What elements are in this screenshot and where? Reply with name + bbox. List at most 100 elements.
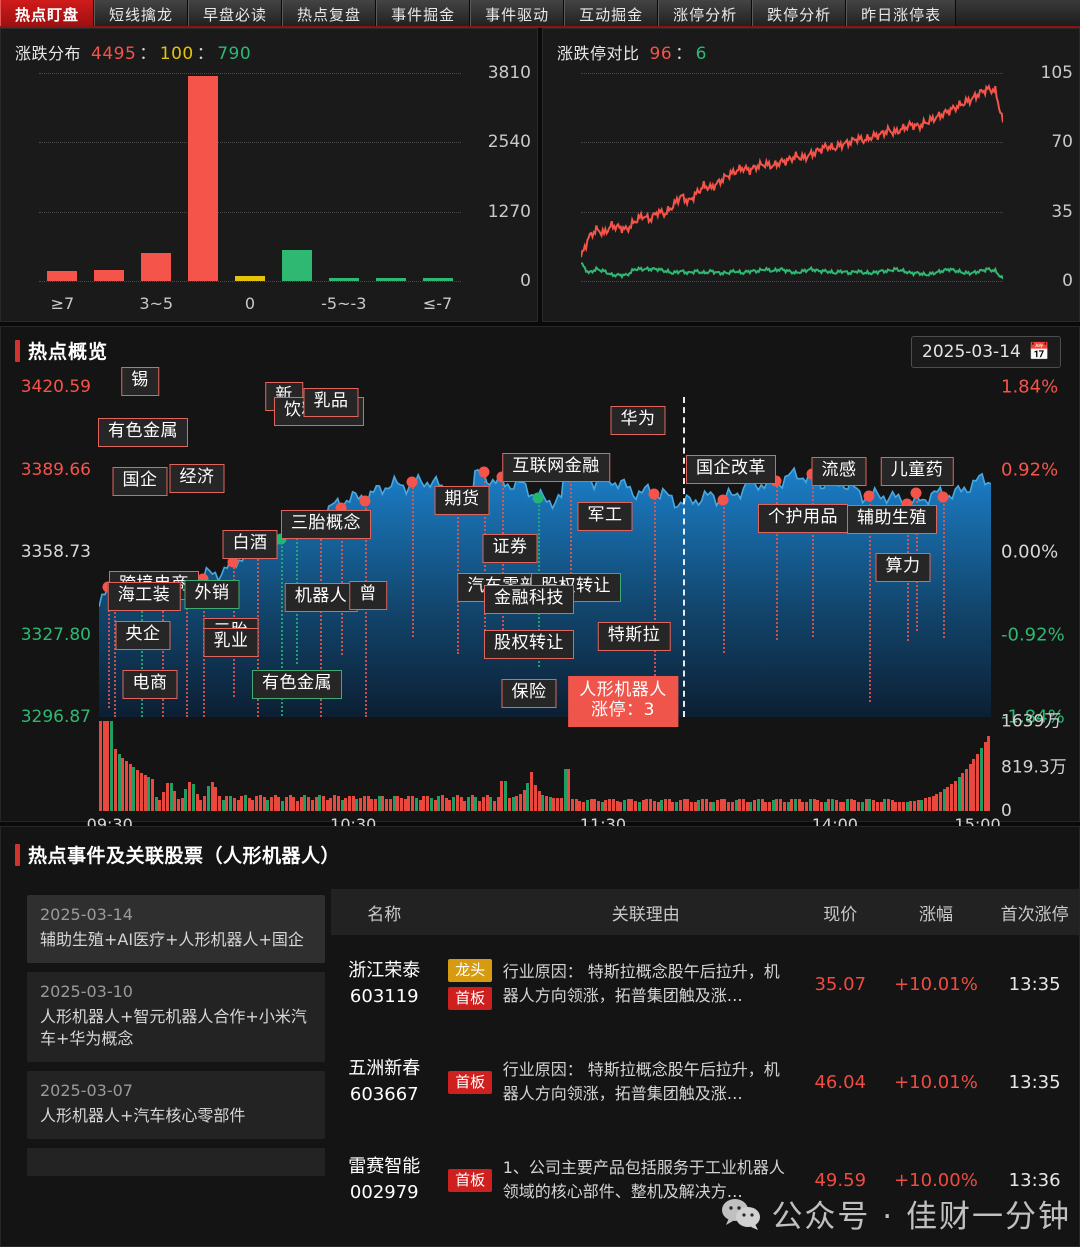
volume-bar <box>470 795 474 811</box>
tab-event-mining[interactable]: 事件掘金 <box>376 0 471 26</box>
date-picker[interactable]: 2025-03-14 📅 <box>911 336 1061 368</box>
hotspot-tag[interactable]: 股权转让 <box>484 630 574 659</box>
hotspot-tag[interactable]: 海工装 <box>107 582 181 611</box>
hotspot-tag[interactable]: 金融科技 <box>484 585 574 614</box>
hotspot-tag[interactable]: 算力 <box>875 553 931 582</box>
volume-bar <box>310 800 314 811</box>
volume-bar <box>147 776 151 811</box>
volume-bar <box>719 798 723 811</box>
tab-limitup-analysis[interactable]: 涨停分析 <box>658 0 753 26</box>
volume-bar <box>336 796 340 811</box>
table-row[interactable]: 浙江荣泰 603119 龙头 首板 行业原因： 特斯拉概念股午后拉升，机器人方向领涨，拓… <box>331 935 1079 1033</box>
tab-morning-read[interactable]: 早盘必读 <box>188 0 283 26</box>
event-date: 2025-03-10 <box>40 982 133 1002</box>
series-line <box>581 262 1003 280</box>
distribution-bar <box>47 270 78 281</box>
tab-label: 事件驱动 <box>485 5 550 24</box>
volume-bar <box>556 797 560 811</box>
volume-bar <box>957 776 961 811</box>
hotspot-tag[interactable]: 乳业 <box>203 628 259 657</box>
count-separator-2: ： <box>196 44 215 64</box>
volume-bar <box>924 798 928 811</box>
limit-comparison-lines <box>581 83 1003 280</box>
tab-limitdown-analysis[interactable]: 跌停分析 <box>752 0 847 26</box>
volume-bar <box>173 790 177 811</box>
event-item[interactable] <box>27 1148 325 1177</box>
volume-bar <box>860 801 864 811</box>
hotspot-tag[interactable]: 电商 <box>122 670 178 699</box>
hotspot-tag[interactable]: 儿童药 <box>880 457 954 486</box>
hotspot-tag[interactable]: 辅助生殖 <box>847 505 937 534</box>
volume-bar <box>318 795 322 811</box>
hotspot-tag[interactable]: 证券 <box>482 534 538 563</box>
badge-leader: 龙头 <box>448 958 493 982</box>
volume-bar <box>693 801 697 811</box>
volume-bar <box>240 796 244 811</box>
hotspot-tag[interactable]: 经济 <box>169 464 225 493</box>
hotspot-tag[interactable]: 期货 <box>434 486 490 515</box>
hotspot-tag[interactable]: 有色金属 <box>252 670 342 699</box>
tab-hotspot-review[interactable]: 热点复盘 <box>282 0 377 26</box>
hotspot-tag[interactable]: 央企 <box>115 621 171 650</box>
hotspot-tag[interactable]: 特斯拉 <box>597 622 671 651</box>
volume-bar <box>898 801 902 811</box>
hotspot-tag[interactable]: 军工 <box>577 502 633 531</box>
volume-bar <box>374 798 378 811</box>
tab-hotspot-watch[interactable]: 热点盯盘 <box>0 0 95 26</box>
tab-interactive-mining[interactable]: 互动掘金 <box>564 0 659 26</box>
volume-bar <box>968 764 972 811</box>
hotspot-tag-highlighted[interactable]: 人形机器人 涨停：3 <box>568 676 678 728</box>
hotspot-tag[interactable]: 互联网金融 <box>502 453 610 482</box>
volume-axis-tick: 0 <box>1001 801 1012 821</box>
volume-bar <box>530 772 534 811</box>
volume-bar <box>753 799 757 811</box>
hotspot-tag[interactable]: 国企改革 <box>686 455 776 484</box>
distribution-bar <box>188 76 219 281</box>
hotspot-tag[interactable]: 白酒 <box>222 530 278 559</box>
table-row[interactable]: 雷赛智能 002979 首板 1、公司主要产品包括服务于工业机器人领域的核心部件、整机… <box>331 1131 1079 1229</box>
y-axis-tick: 0 <box>1062 271 1073 291</box>
tab-yesterday-limitup[interactable]: 昨日涨停表 <box>846 0 957 26</box>
hotspot-tag[interactable]: 三胎概念 <box>281 510 371 539</box>
event-list[interactable]: 2025-03-14 辅助生殖+AI医疗+人形机器人+国企 2025-03-10 人形… <box>27 895 325 1246</box>
event-item[interactable]: 2025-03-07 人形机器人+汽车核心零部件 <box>27 1071 325 1140</box>
hotspot-tag[interactable]: 乳品 <box>303 388 359 417</box>
hotspot-tag[interactable]: 外销 <box>184 580 240 609</box>
tab-event-driven[interactable]: 事件驱动 <box>470 0 565 26</box>
volume-bar <box>886 798 890 811</box>
stock-name: 浙江荣泰 <box>348 959 421 981</box>
hotspot-tag[interactable]: 曾 <box>349 581 387 610</box>
tab-short-swing[interactable]: 短线擒龙 <box>94 0 189 26</box>
hotspot-tag[interactable]: 流感 <box>811 457 867 486</box>
hotspot-tag[interactable]: 国企 <box>112 467 168 496</box>
volume-bar <box>232 797 236 811</box>
volume-bar-plot: 0 819.3万 1639万 09:30 10:30 11:30 14:00 15:00 <box>87 712 1067 835</box>
event-item[interactable]: 2025-03-10 人形机器人+智元机器人合作+小米汽车+华为概念 <box>27 972 325 1063</box>
change-percent: +10.01% <box>894 1071 978 1093</box>
volume-bar <box>507 797 511 811</box>
volume-bar <box>392 795 396 811</box>
highlight-tag-name: 人形机器人 <box>579 680 667 700</box>
volume-bar <box>229 795 233 811</box>
event-item[interactable]: 2025-03-14 辅助生殖+AI医疗+人形机器人+国企 <box>27 895 325 964</box>
hotspot-tag[interactable]: 保险 <box>501 679 557 708</box>
hotspot-tag[interactable]: 个护用品 <box>758 504 848 533</box>
hotspot-tag[interactable]: 机器人 <box>284 583 358 612</box>
event-text: 辅助生殖+AI医疗+人形机器人+国企 <box>40 930 304 949</box>
index-axis-tick: 3389.66 <box>20 459 91 480</box>
hotspot-tag[interactable]: 锡 <box>121 367 159 396</box>
volume-bar <box>820 801 824 811</box>
volume-bar <box>834 799 838 811</box>
volume-bar <box>366 795 370 811</box>
reason-text: 1、公司主要产品包括服务于工业机器人领域的核心部件、整机及解决方… <box>502 1158 785 1201</box>
volume-bar <box>340 799 344 811</box>
table-row[interactable]: 五洲新春 603667 首板 行业原因： 特斯拉概念股午后拉升，机器人方向领涨，拓普集… <box>331 1033 1079 1131</box>
volume-bar <box>827 799 831 811</box>
hotspot-tag[interactable]: 有色金属 <box>98 418 188 447</box>
badge-cell: 首板 <box>438 1070 503 1094</box>
first-limitup-time: 13:36 <box>1008 1169 1061 1191</box>
hotspot-tag[interactable]: 华为 <box>610 406 666 435</box>
volume-bar <box>117 753 121 811</box>
gridline <box>581 281 1003 282</box>
volume-bar <box>188 781 192 811</box>
